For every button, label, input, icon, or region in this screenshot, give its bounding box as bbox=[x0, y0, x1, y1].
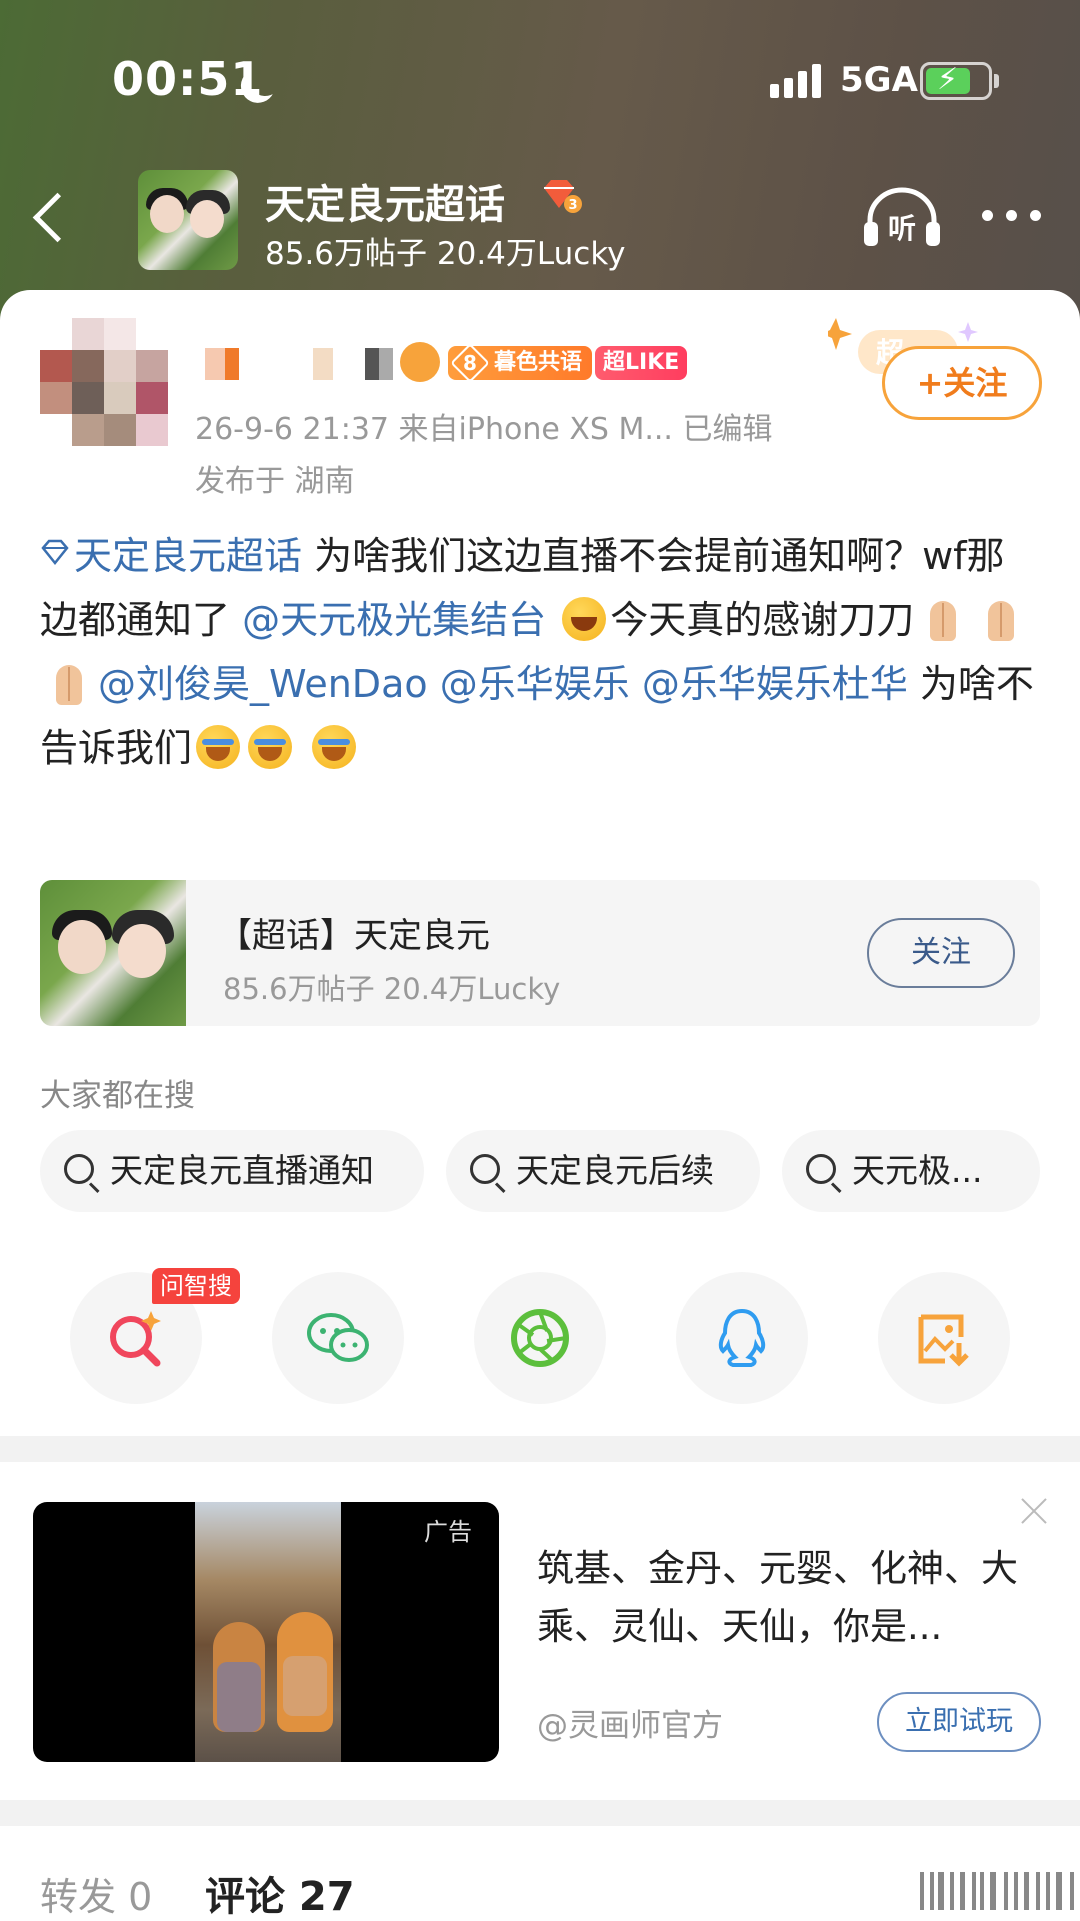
mention-link[interactable]: @刘俊昊_WenDao bbox=[98, 662, 428, 706]
pray-emoji bbox=[980, 597, 1022, 643]
laugh-cry-emoji bbox=[562, 597, 607, 641]
qq-icon bbox=[718, 1308, 766, 1367]
ad-label: 广告 bbox=[424, 1518, 472, 1546]
diamond-level-icon: 3 bbox=[544, 180, 582, 213]
super-topic-card[interactable]: 【超话】天定良元 85.6万帖子 20.4万Lucky 关注 bbox=[40, 880, 1040, 1026]
super-topic-title: 【超话】天定良元 bbox=[218, 916, 490, 956]
back-button[interactable] bbox=[30, 190, 74, 250]
battery-icon: ⚡ bbox=[920, 62, 992, 100]
save-image-icon bbox=[918, 1314, 969, 1367]
listen-headphones-icon[interactable]: 听 bbox=[862, 186, 942, 250]
crying-emoji bbox=[196, 725, 241, 769]
search-chip[interactable]: 天定良元后续 bbox=[446, 1130, 760, 1212]
mention-link[interactable]: @乐华娱乐 bbox=[440, 662, 630, 706]
share-moments-button[interactable] bbox=[474, 1272, 606, 1404]
topic-title[interactable]: 天定良元超话 bbox=[265, 172, 505, 230]
fan-level-icon bbox=[400, 342, 440, 382]
post-meta: 26-9-6 21:37 来自iPhone XS M... 已编辑 bbox=[195, 412, 773, 447]
ad-cta-button[interactable]: 立即试玩 bbox=[877, 1692, 1041, 1752]
author-avatar[interactable] bbox=[40, 318, 168, 446]
post-text: 天定良元超话 为啥我们这边直播不会提前通知啊？wf那边都通知了 @天元极光集结台… bbox=[40, 534, 1034, 770]
moments-icon bbox=[511, 1309, 569, 1367]
trending-search-heading: 大家都在搜 bbox=[40, 1078, 195, 1114]
topic-stats: 85.6万帖子 20.4万Lucky bbox=[265, 236, 626, 272]
crying-emoji bbox=[312, 725, 357, 769]
tab-comment[interactable]: 评论 27 bbox=[205, 1864, 355, 1921]
ad-cat-scene bbox=[195, 1502, 341, 1762]
close-icon[interactable] bbox=[1018, 1494, 1050, 1526]
mention-link[interactable]: @乐华娱乐杜华 bbox=[642, 662, 908, 706]
status-time: 00:51 bbox=[112, 52, 264, 106]
super-topic-icon bbox=[41, 539, 69, 566]
search-icon bbox=[64, 1154, 94, 1184]
super-topic-follow-button[interactable]: 关注 bbox=[867, 918, 1015, 988]
super-like-badge: 超LIKE bbox=[595, 346, 688, 380]
ad-text[interactable]: 筑基、金丹、元婴、化神、大乘、灵仙、天仙，你是... bbox=[537, 1540, 1037, 1656]
signal-icon bbox=[770, 64, 822, 98]
wechat-icon bbox=[307, 1313, 369, 1362]
ad-source[interactable]: @灵画师官方 bbox=[537, 1700, 723, 1745]
topic-avatar[interactable] bbox=[138, 170, 238, 270]
follow-author-button[interactable]: +关注 bbox=[882, 346, 1042, 420]
super-topic-image bbox=[40, 880, 186, 1026]
svg-text:3: 3 bbox=[568, 198, 577, 213]
mention-link[interactable]: @天元极光集结台 bbox=[242, 598, 546, 642]
share-qq-button[interactable] bbox=[676, 1272, 808, 1404]
post-card bbox=[0, 290, 1080, 1436]
super-topic-stats: 85.6万帖子 20.4万Lucky bbox=[223, 972, 561, 1006]
barcode-watermark bbox=[920, 1872, 1080, 1912]
ai-search-icon bbox=[110, 1311, 161, 1367]
search-icon bbox=[806, 1154, 836, 1184]
topic-link[interactable]: 天定良元超话 bbox=[74, 534, 302, 578]
search-icon bbox=[470, 1154, 500, 1184]
post-location: 发布于 湖南 bbox=[195, 464, 355, 499]
share-wechat-button[interactable] bbox=[272, 1272, 404, 1404]
post-tabs bbox=[0, 1826, 1080, 1921]
more-options-icon[interactable] bbox=[980, 202, 1044, 230]
search-chip[interactable]: 天定良元直播通知 bbox=[40, 1130, 424, 1212]
fan-level-badge: 8 暮色共语 bbox=[448, 343, 593, 383]
svg-text:听: 听 bbox=[888, 212, 916, 245]
save-image-button[interactable] bbox=[878, 1272, 1010, 1404]
tab-repost[interactable]: 转发 0 bbox=[40, 1866, 152, 1921]
author-name-redacted[interactable] bbox=[195, 340, 415, 384]
pray-emoji bbox=[48, 661, 90, 707]
crying-emoji bbox=[248, 725, 293, 769]
network-type: 5GA bbox=[840, 60, 918, 100]
status-bar: 00:51 5GA ⚡ bbox=[0, 0, 1080, 150]
ai-search-tag: 问智搜 bbox=[152, 1268, 240, 1304]
pray-emoji bbox=[922, 597, 964, 643]
search-chip[interactable]: 天元极... bbox=[782, 1130, 1040, 1212]
